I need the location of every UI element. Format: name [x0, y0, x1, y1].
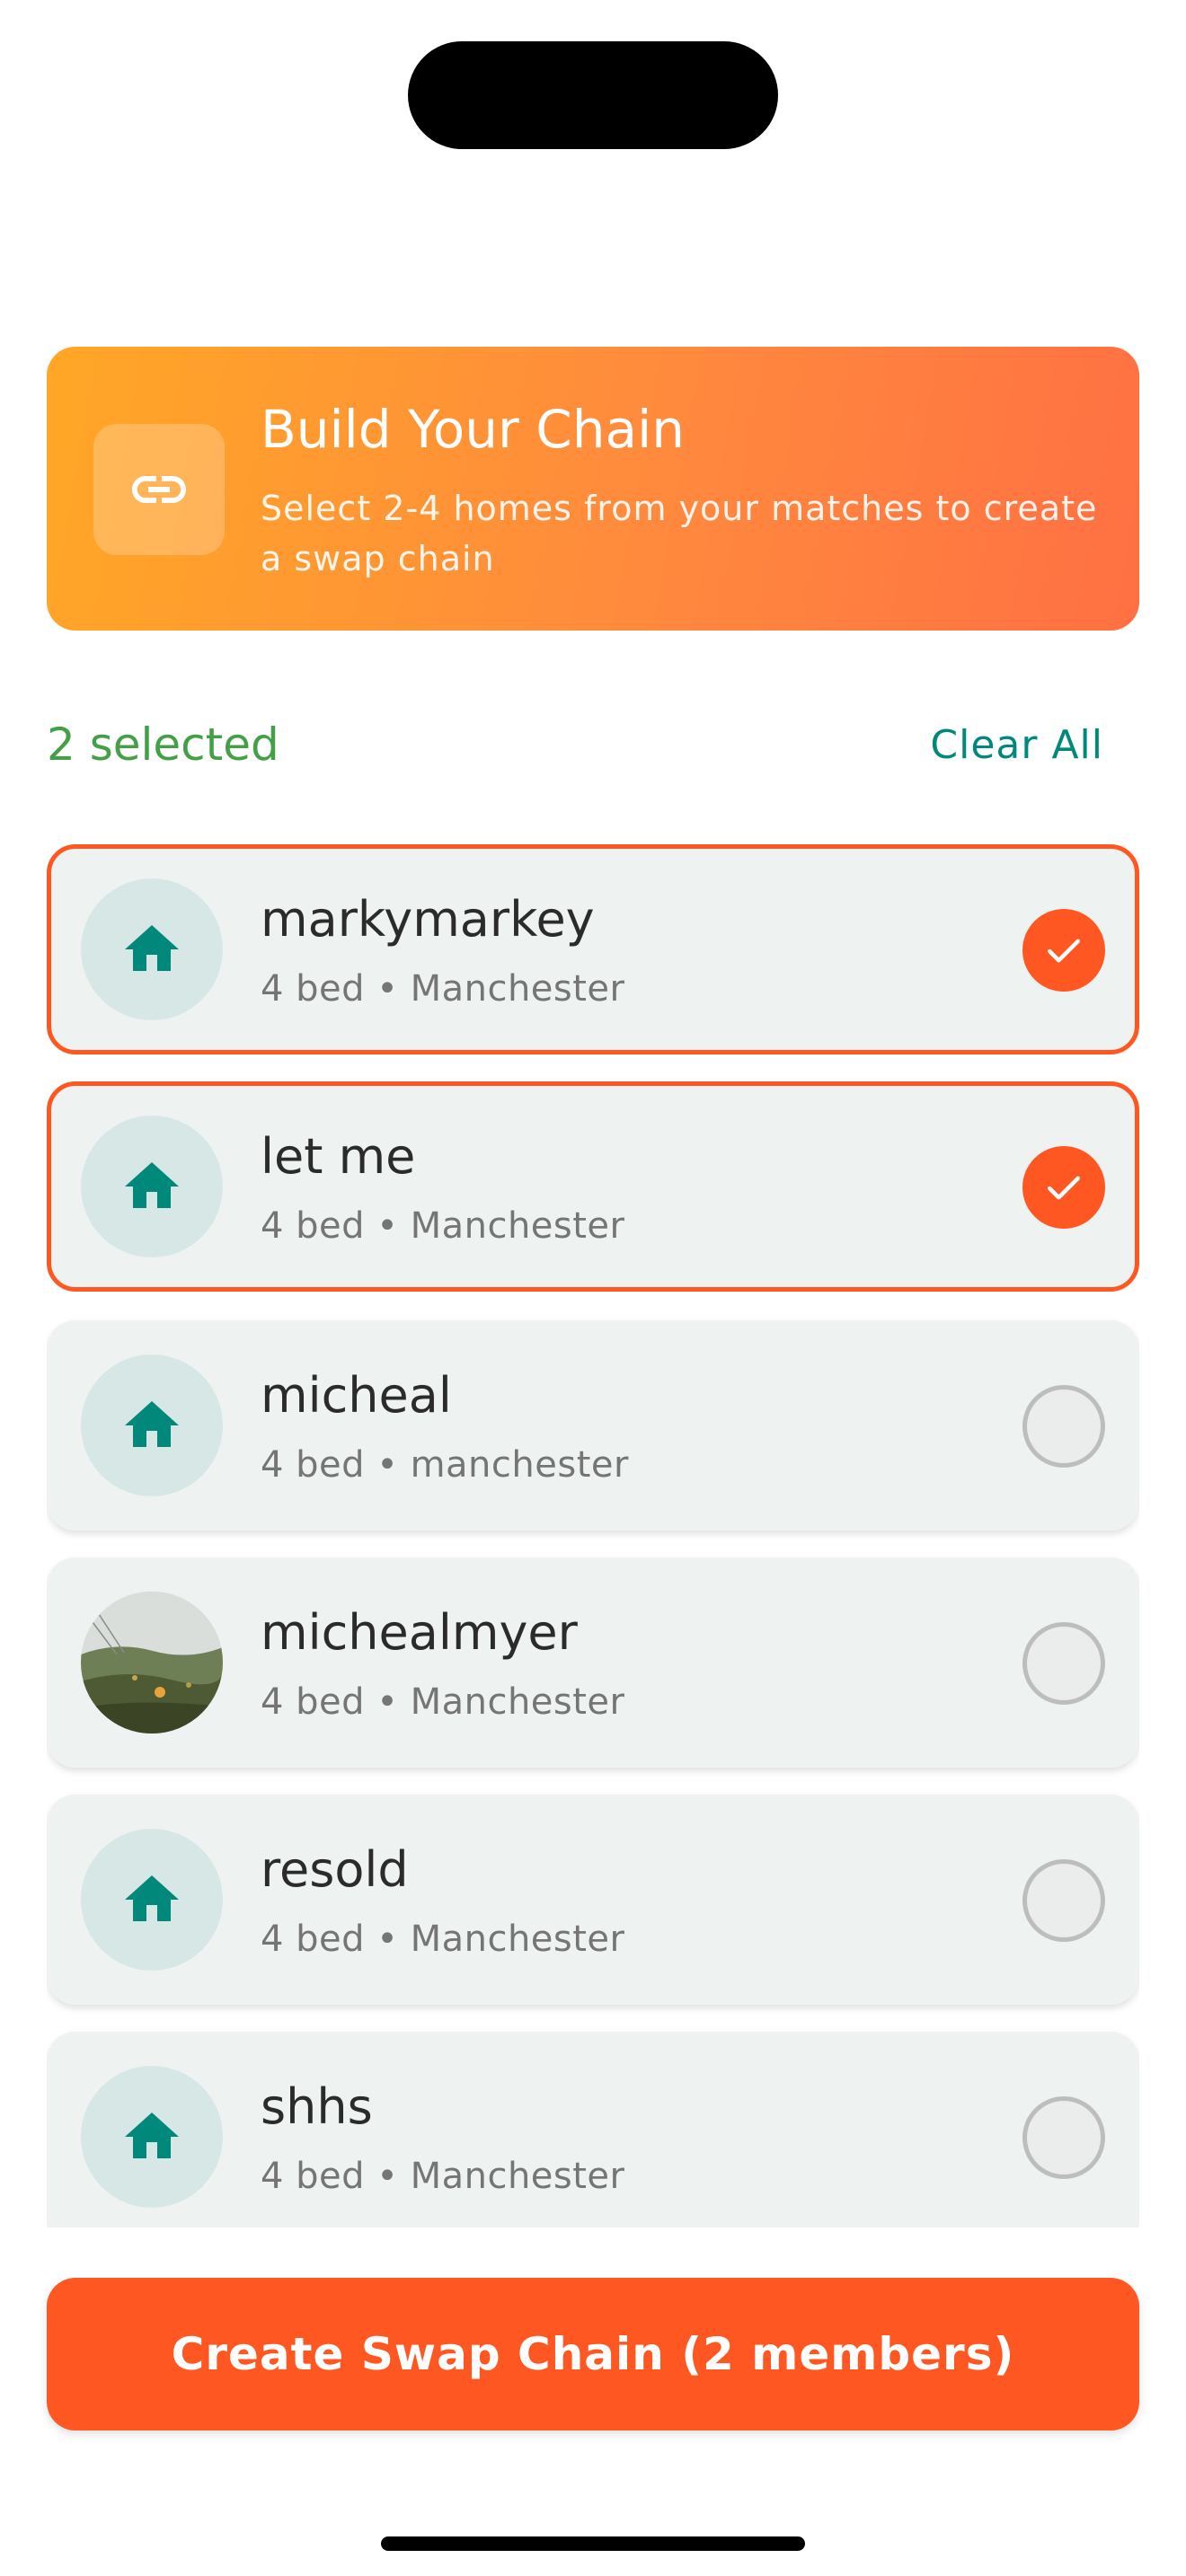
checkmark-icon	[1048, 1176, 1080, 1200]
home-icon	[125, 925, 179, 971]
selection-checkbox[interactable]	[1022, 1859, 1105, 1942]
match-details: 4 bed • Manchester	[261, 1681, 625, 1723]
home-indicator[interactable]	[381, 2536, 805, 2551]
match-name: shhs	[261, 2078, 373, 2135]
selected-count: 2 selected	[47, 719, 279, 771]
match-item-michealmyer[interactable]: michealmyer 4 bed • Manchester	[47, 1557, 1139, 1768]
selection-checkbox[interactable]	[1022, 1146, 1105, 1229]
match-name: michealmyer	[261, 1604, 578, 1661]
home-icon	[125, 1162, 179, 1208]
create-swap-chain-button[interactable]: Create Swap Chain (2 members)	[47, 2278, 1139, 2430]
home-icon	[125, 1875, 179, 1921]
match-item-micheal[interactable]: micheal 4 bed • manchester	[47, 1320, 1139, 1531]
selection-checkbox[interactable]	[1022, 2096, 1105, 2179]
match-details: 4 bed • manchester	[261, 1444, 629, 1486]
avatar	[81, 1116, 223, 1257]
landscape-photo	[81, 1592, 223, 1734]
match-name: let me	[261, 1128, 416, 1185]
home-icon	[125, 2113, 179, 2158]
matches-list[interactable]: markymarkey 4 bed • Manchester let me 4 …	[47, 844, 1139, 2228]
link-icon	[93, 424, 225, 555]
avatar	[81, 1354, 223, 1496]
match-details: 4 bed • Manchester	[261, 2156, 625, 2197]
home-icon	[125, 1401, 179, 1447]
avatar	[81, 2066, 223, 2208]
match-item-resold[interactable]: resold 4 bed • Manchester	[47, 1795, 1139, 2005]
banner-subtitle: Select 2-4 homes from your matches to cr…	[261, 489, 1098, 578]
match-name: resold	[261, 1841, 409, 1898]
avatar	[81, 878, 223, 1020]
checkmark-icon	[1048, 939, 1080, 963]
avatar	[81, 1829, 223, 1971]
match-name: markymarkey	[261, 891, 595, 948]
screen: Build Your Chain Select 2-4 homes from y…	[0, 0, 1186, 2576]
match-details: 4 bed • Manchester	[261, 1919, 625, 1960]
selection-checkbox[interactable]	[1022, 909, 1105, 992]
match-item-shhs[interactable]: shhs 4 bed • Manchester	[47, 2032, 1139, 2228]
banner-title: Build Your Chain	[261, 399, 685, 460]
match-item-let-me[interactable]: let me 4 bed • Manchester	[47, 1081, 1139, 1292]
selection-checkbox[interactable]	[1022, 1622, 1105, 1705]
match-item-markymarkey[interactable]: markymarkey 4 bed • Manchester	[47, 844, 1139, 1054]
match-details: 4 bed • Manchester	[261, 1205, 625, 1247]
dynamic-island	[408, 41, 778, 149]
match-name: micheal	[261, 1367, 452, 1424]
clear-all-button[interactable]: Clear All	[930, 722, 1103, 768]
match-details: 4 bed • Manchester	[261, 968, 625, 1010]
build-chain-banner: Build Your Chain Select 2-4 homes from y…	[47, 347, 1139, 631]
selection-checkbox[interactable]	[1022, 1385, 1105, 1468]
avatar-photo	[81, 1592, 223, 1734]
